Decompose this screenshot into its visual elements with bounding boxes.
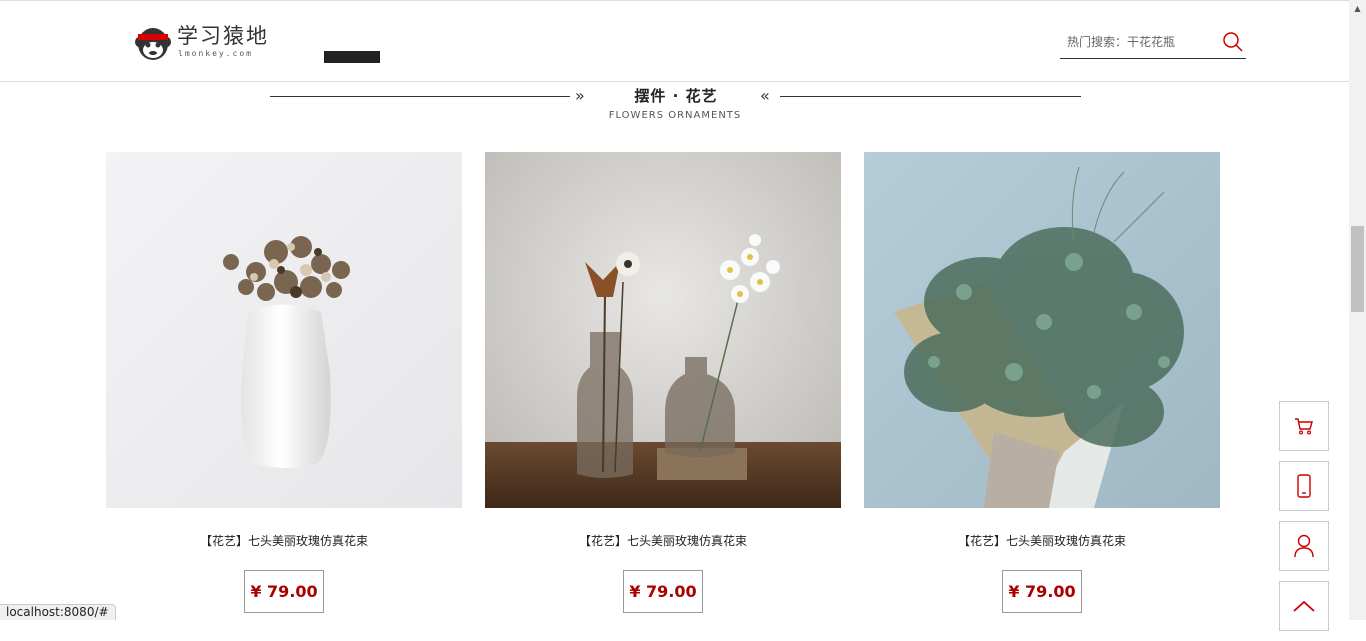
scroll-thumb[interactable] — [1351, 226, 1364, 312]
user-icon — [1294, 534, 1314, 558]
product-card[interactable]: 【花艺】七头美丽玫瑰仿真花束 ¥ 79.00 — [485, 152, 841, 613]
search-icon[interactable] — [1222, 31, 1244, 53]
section-title: » 摆件 · 花艺 « FLOWERS ORNAMENTS — [0, 84, 1349, 124]
site-header: 学习猿地 lmonkey.com 首页商城 — [0, 0, 1349, 82]
status-bar-url: localhost:8080/# — [0, 604, 116, 620]
product-price-button[interactable]: ¥ 79.00 — [244, 570, 324, 613]
back-to-top-button[interactable] — [1279, 581, 1329, 631]
product-image[interactable] — [485, 152, 841, 508]
monkey-logo-icon — [135, 28, 171, 60]
phone-icon — [1297, 474, 1311, 498]
title-divider-right — [780, 96, 1081, 97]
logo-subtext: lmonkey.com — [178, 49, 253, 58]
product-price-button[interactable]: ¥ 79.00 — [623, 570, 703, 613]
search-box — [1060, 29, 1246, 59]
cart-icon — [1295, 418, 1313, 435]
product-image[interactable] — [864, 152, 1220, 508]
nav-link[interactable]: 首页商城 — [324, 51, 380, 63]
title-arrow-left: » — [575, 86, 585, 105]
mobile-button[interactable] — [1279, 461, 1329, 511]
title-arrow-right: « — [760, 86, 770, 105]
product-image[interactable] — [106, 152, 462, 508]
product-name[interactable]: 【花艺】七头美丽玫瑰仿真花束 — [106, 532, 462, 549]
page-scrollbar[interactable]: ▲ — [1349, 0, 1366, 620]
product-card[interactable]: 【花艺】七头美丽玫瑰仿真花束 ¥ 79.00 — [106, 152, 462, 613]
product-name[interactable]: 【花艺】七头美丽玫瑰仿真花束 — [485, 532, 841, 549]
user-button[interactable] — [1279, 521, 1329, 571]
product-price-button[interactable]: ¥ 79.00 — [1002, 570, 1082, 613]
product-card[interactable]: 【花艺】七头美丽玫瑰仿真花束 ¥ 79.00 — [864, 152, 1220, 613]
section-title-cn: 摆件 · 花艺 — [634, 87, 718, 105]
up-arrow-icon — [1293, 600, 1315, 612]
search-input[interactable] — [1060, 29, 1210, 55]
cart-button[interactable] — [1279, 401, 1329, 451]
side-toolbar — [1279, 401, 1329, 641]
product-name[interactable]: 【花艺】七头美丽玫瑰仿真花束 — [864, 532, 1220, 549]
site-logo[interactable]: 学习猿地 lmonkey.com — [135, 19, 280, 65]
scroll-up-arrow-icon[interactable]: ▲ — [1349, 0, 1366, 17]
section-title-en: FLOWERS ORNAMENTS — [608, 110, 742, 121]
title-divider-left — [270, 96, 570, 97]
logo-text: 学习猿地 — [177, 24, 269, 48]
